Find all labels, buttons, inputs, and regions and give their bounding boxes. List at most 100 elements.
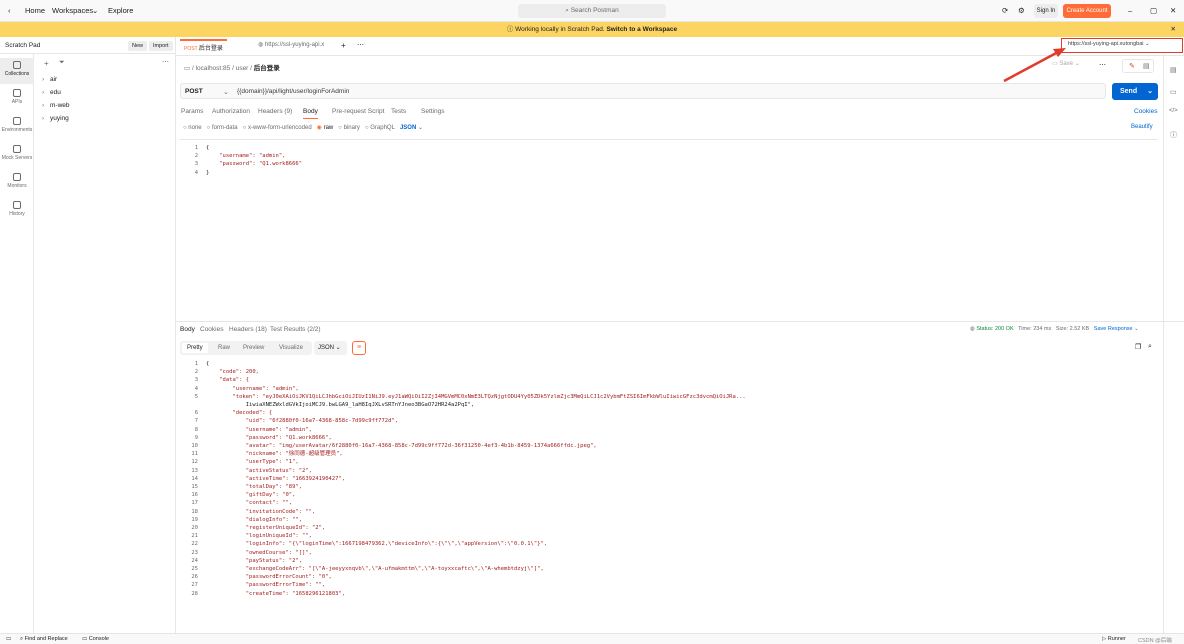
wrap-lines-icon[interactable]: ≡ (352, 341, 366, 355)
sign-in-button[interactable]: Sign In (1034, 4, 1058, 18)
radio-graphql[interactable]: ○ GraphQL (365, 125, 395, 131)
radio-binary[interactable]: ○ binary (338, 125, 360, 131)
edit-icon[interactable]: ✎ (1129, 62, 1135, 70)
radio-urlencoded[interactable]: ○ x-www-form-urlencoded (243, 125, 312, 131)
find-replace-button[interactable]: ⌕ Find and Replace (20, 636, 68, 643)
radio-label: binary (343, 125, 360, 131)
tab-more-icon[interactable]: ⋯ (357, 41, 364, 49)
tab-pre-request[interactable]: Pre-request Script (332, 108, 384, 115)
tab-tests[interactable]: Tests (391, 108, 406, 115)
close-icon[interactable]: ✕ (1170, 6, 1176, 15)
info-icon[interactable]: ⓘ (1170, 130, 1177, 140)
request-more-icon[interactable]: ⋯ (1099, 61, 1106, 69)
nav-explore[interactable]: Explore (108, 6, 133, 15)
resp-tab-cookies[interactable]: Cookies (200, 326, 223, 333)
view-visualize[interactable]: Visualize (279, 345, 303, 351)
copy-icon[interactable]: ❐ (1135, 343, 1141, 351)
tab-headers[interactable]: Headers (9) (258, 108, 292, 115)
request-body-editor[interactable]: 1{2 "username": "admin", 3 "password": "Q… (180, 139, 1158, 319)
code-line: 1{ (182, 144, 302, 152)
response-body[interactable]: 1{2 "code": 200, 3 "data": {4 "username":… (180, 358, 1158, 632)
rail-label: Collections (4, 71, 30, 77)
code-line: 24 "payStatus": "2", (182, 557, 746, 565)
radio-form-data[interactable]: ○ form-data (207, 125, 238, 131)
save-button[interactable]: ▭ Save ⌄ (1052, 60, 1080, 67)
collection-item[interactable]: › edu (42, 89, 61, 96)
rail-mock-servers[interactable]: Mock Servers (0, 142, 34, 168)
sync-icon[interactable]: ⟳ (1002, 6, 1008, 15)
view-raw[interactable]: Raw (218, 345, 230, 351)
add-icon[interactable]: + (44, 59, 49, 68)
rail-collections[interactable]: Collections (0, 58, 34, 84)
comment-icon[interactable]: ▤ (1143, 62, 1150, 70)
search-input[interactable]: ⌕ Search Postman (518, 4, 666, 18)
collection-item[interactable]: › yuying (42, 115, 69, 122)
banner-close-icon[interactable]: ✕ (1171, 22, 1176, 37)
line-text: } (206, 169, 210, 176)
breadcrumb-folder[interactable]: user (236, 65, 249, 72)
tab-params[interactable]: Params (181, 108, 203, 115)
line-number: 3 (194, 161, 198, 168)
switch-workspace-link[interactable]: Switch to a Workspace (606, 26, 677, 33)
more-icon[interactable]: ⋯ (162, 58, 169, 66)
resp-tab-tests[interactable]: Test Results (2/2) (270, 326, 321, 333)
tab-body[interactable]: Body (303, 108, 318, 119)
send-button[interactable]: Send ⌄ (1112, 83, 1158, 100)
collection-item[interactable]: › air (42, 76, 57, 83)
gear-icon[interactable]: ⚙ (1018, 6, 1025, 15)
nav-home[interactable]: Home (25, 6, 45, 15)
resp-tab-body[interactable]: Body (180, 326, 195, 333)
line-number: 8 (194, 426, 198, 433)
method-select[interactable]: POST (185, 88, 203, 95)
tab-settings[interactable]: Settings (421, 108, 445, 115)
minimize-icon[interactable]: – (1128, 6, 1132, 15)
breadcrumb-request-name[interactable]: 后台登录 (254, 65, 280, 72)
documentation-icon[interactable]: ▤ (1170, 66, 1177, 74)
import-button[interactable]: Import (149, 41, 173, 51)
nav-workspaces[interactable]: Workspaces (52, 6, 93, 15)
rail-apis[interactable]: APIs (0, 86, 34, 112)
rail-history[interactable]: History (0, 198, 34, 224)
line-number: 23 (191, 549, 198, 556)
tab-request-2[interactable]: ◍ https://ssl-yuying-api.x (258, 41, 324, 48)
radio-label: GraphQL (370, 125, 395, 131)
code-icon[interactable]: </> (1169, 108, 1178, 114)
chevron-down-icon[interactable]: ⌄ (1147, 83, 1153, 100)
chevron-right-icon: › (42, 76, 45, 83)
rail-environments[interactable]: Environments (0, 114, 34, 140)
back-icon[interactable]: ‹ (8, 6, 11, 15)
search-icon[interactable]: ⌕ (1148, 343, 1152, 351)
create-account-button[interactable]: Create Account (1063, 4, 1111, 18)
radio-label: none (188, 125, 202, 131)
footer-toggle-icon[interactable]: ▭ (6, 636, 11, 642)
filter-icon[interactable]: ⏷ (59, 59, 65, 67)
view-preview[interactable]: Preview (243, 345, 264, 351)
runner-button[interactable]: ▷ Runner (1102, 636, 1126, 642)
code-line: 26 "passwordErrorCount": "0", (182, 573, 746, 581)
breadcrumb-host[interactable]: localhost:85 (196, 65, 231, 72)
rail-monitors[interactable]: Monitors (0, 170, 34, 196)
response-format-select[interactable]: JSON ⌄ (314, 341, 347, 355)
console-button[interactable]: ▭ Console (82, 636, 109, 642)
radio-raw[interactable]: ◉ raw (317, 125, 334, 131)
beautify-link[interactable]: Beautify (1131, 124, 1153, 130)
cookies-link[interactable]: Cookies (1134, 108, 1157, 115)
url-input[interactable]: {{domain}}/api/light/user/loginForAdmin (237, 88, 349, 95)
http-icon: ▭ (184, 65, 192, 72)
new-button[interactable]: New (128, 41, 148, 51)
edit-docs-toggle[interactable]: ✎ ▤ (1122, 59, 1154, 73)
tab-request-active[interactable]: POST 后台登录 (180, 39, 227, 54)
save-response-button[interactable]: Save Response (1094, 326, 1133, 332)
comments-icon[interactable]: ▭ (1170, 88, 1177, 96)
add-tab-icon[interactable]: + (341, 41, 346, 50)
view-pretty[interactable]: Pretty (182, 343, 208, 353)
maximize-icon[interactable]: ▢ (1150, 6, 1157, 15)
code-line: 27 "passwordErrorTime": "", (182, 581, 746, 589)
collection-item[interactable]: › m-web (42, 102, 70, 109)
radio-none[interactable]: ○ none (183, 125, 202, 131)
tab-authorization[interactable]: Authorization (212, 108, 250, 115)
resp-tab-headers[interactable]: Headers (18) (229, 326, 267, 333)
save-label: Save (1059, 61, 1074, 67)
code-line: 5 "token": "eyJ0eXAiOiJKV1QiLCJhbGciOiJI… (182, 393, 746, 401)
body-format-select[interactable]: JSON (400, 125, 416, 131)
